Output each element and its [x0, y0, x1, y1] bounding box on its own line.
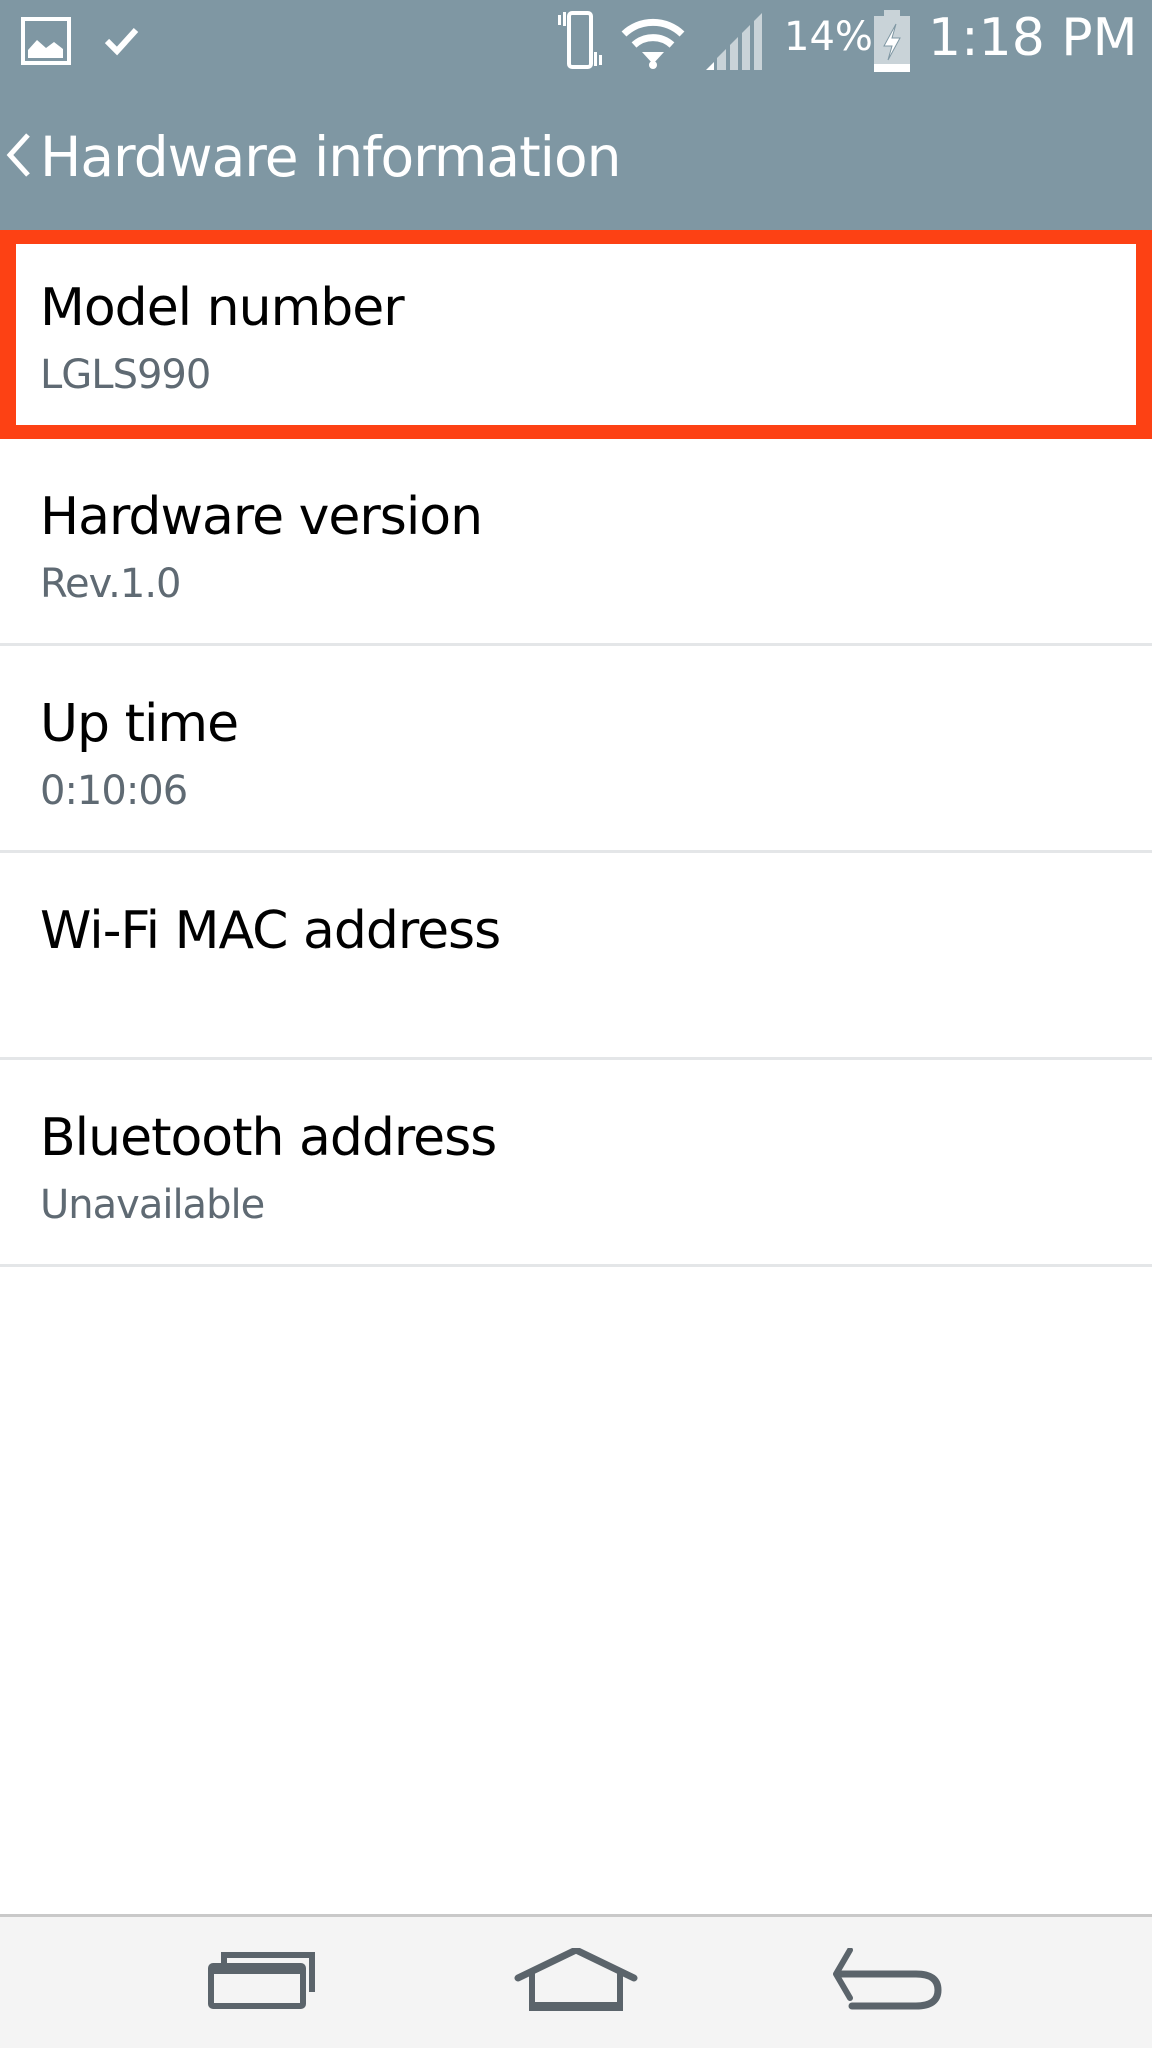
check-icon	[104, 26, 140, 61]
status-bar: 14% 1:18 PM	[0, 0, 1152, 82]
item-value: Unavailable	[40, 1182, 265, 1228]
item-label: Model number	[40, 278, 405, 338]
recent-apps-button[interactable]	[185, 1937, 345, 2027]
item-value: Rev.1.0	[40, 561, 181, 607]
gallery-icon	[20, 16, 74, 71]
item-value: 0:10:06	[40, 768, 188, 814]
app-bar: Hardware information	[0, 82, 1152, 230]
list-item-model-number[interactable]: Model number LGLS990	[0, 230, 1152, 439]
navigation-bar	[0, 1914, 1152, 2048]
item-label: Hardware version	[40, 487, 483, 547]
clock: 1:18 PM	[928, 8, 1138, 68]
item-label: Up time	[40, 694, 239, 754]
back-button[interactable]: Hardware information	[0, 112, 621, 202]
home-icon	[514, 1946, 638, 2017]
list-item-hardware-version[interactable]: Hardware version Rev.1.0	[0, 439, 1152, 646]
home-button[interactable]	[496, 1937, 656, 2027]
list-item-up-time[interactable]: Up time 0:10:06	[0, 646, 1152, 853]
back-arrow-icon	[830, 1946, 946, 2017]
vibrate-icon	[556, 10, 606, 75]
item-label: Bluetooth address	[40, 1108, 497, 1168]
item-label: Wi-Fi MAC address	[40, 901, 501, 961]
recent-apps-icon	[207, 1950, 323, 2015]
list-item-wifi-mac-address[interactable]: Wi-Fi MAC address	[0, 853, 1152, 1060]
back-nav-button[interactable]	[808, 1937, 968, 2027]
battery-charging-icon	[872, 10, 912, 77]
wifi-icon	[620, 14, 686, 75]
page-title: Hardware information	[40, 125, 621, 189]
chevron-left-icon	[4, 131, 32, 184]
list-item-bluetooth-address[interactable]: Bluetooth address Unavailable	[0, 1060, 1152, 1267]
battery-percent: 14%	[784, 14, 873, 60]
signal-icon	[704, 10, 768, 77]
hardware-info-list: Model number LGLS990 Hardware version Re…	[0, 230, 1152, 1267]
item-value: LGLS990	[40, 352, 211, 398]
